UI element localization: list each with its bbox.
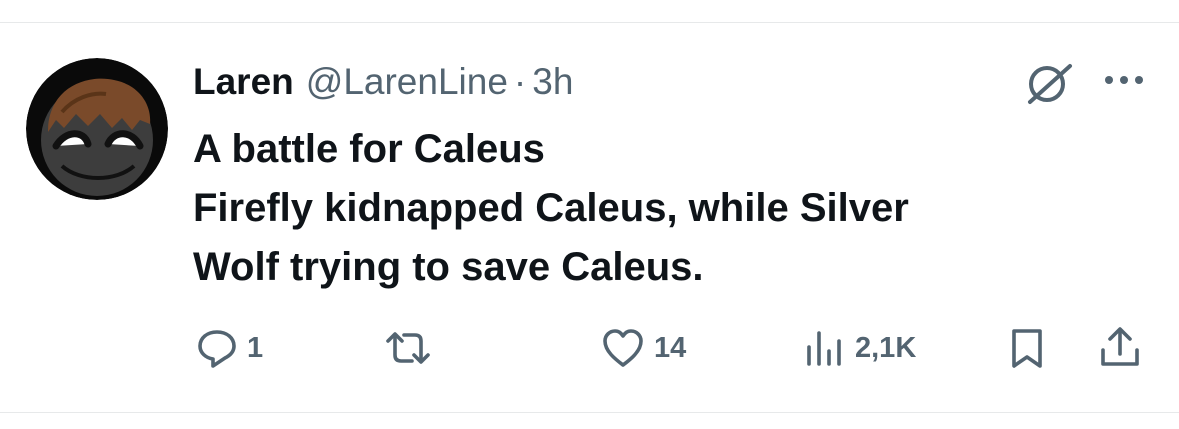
author-handle[interactable]: @LarenLine	[306, 61, 508, 103]
timestamp[interactable]: 3h	[532, 61, 573, 103]
reply-count: 1	[247, 331, 264, 364]
like-button[interactable]: 14	[601, 326, 686, 370]
like-count: 14	[654, 331, 687, 364]
views-count: 2,1K	[855, 331, 917, 364]
reply-button[interactable]: 1	[196, 326, 263, 370]
share-button[interactable]	[1098, 326, 1142, 370]
repost-button[interactable]	[384, 326, 441, 370]
heart-icon	[603, 329, 643, 367]
reply-icon	[198, 330, 236, 368]
bookmark-icon	[1012, 329, 1042, 368]
avatar-image	[26, 58, 168, 200]
tweet-header: Laren @LarenLine · 3h	[193, 58, 573, 106]
tweet-line: Firefly kidnapped Caleus, while Silver	[193, 186, 909, 230]
grok-icon[interactable]	[1022, 62, 1076, 106]
share-icon	[1101, 327, 1139, 366]
separator-dot: ·	[513, 61, 527, 102]
repost-icon	[386, 332, 430, 364]
author-name[interactable]: Laren	[193, 61, 294, 103]
views-button[interactable]: 2,1K	[802, 326, 916, 370]
bookmark-button[interactable]	[1007, 326, 1047, 370]
tweet-line: A battle for Caleus	[193, 127, 545, 171]
avatar[interactable]	[26, 58, 168, 200]
top-divider	[0, 22, 1179, 23]
tweet-text: A battle for Caleus Firefly kidnapped Ca…	[193, 120, 1153, 297]
bottom-divider	[0, 412, 1179, 413]
views-icon	[807, 331, 841, 366]
tweet-line: Wolf trying to save Caleus.	[193, 245, 704, 289]
more-icon[interactable]	[1100, 66, 1148, 94]
